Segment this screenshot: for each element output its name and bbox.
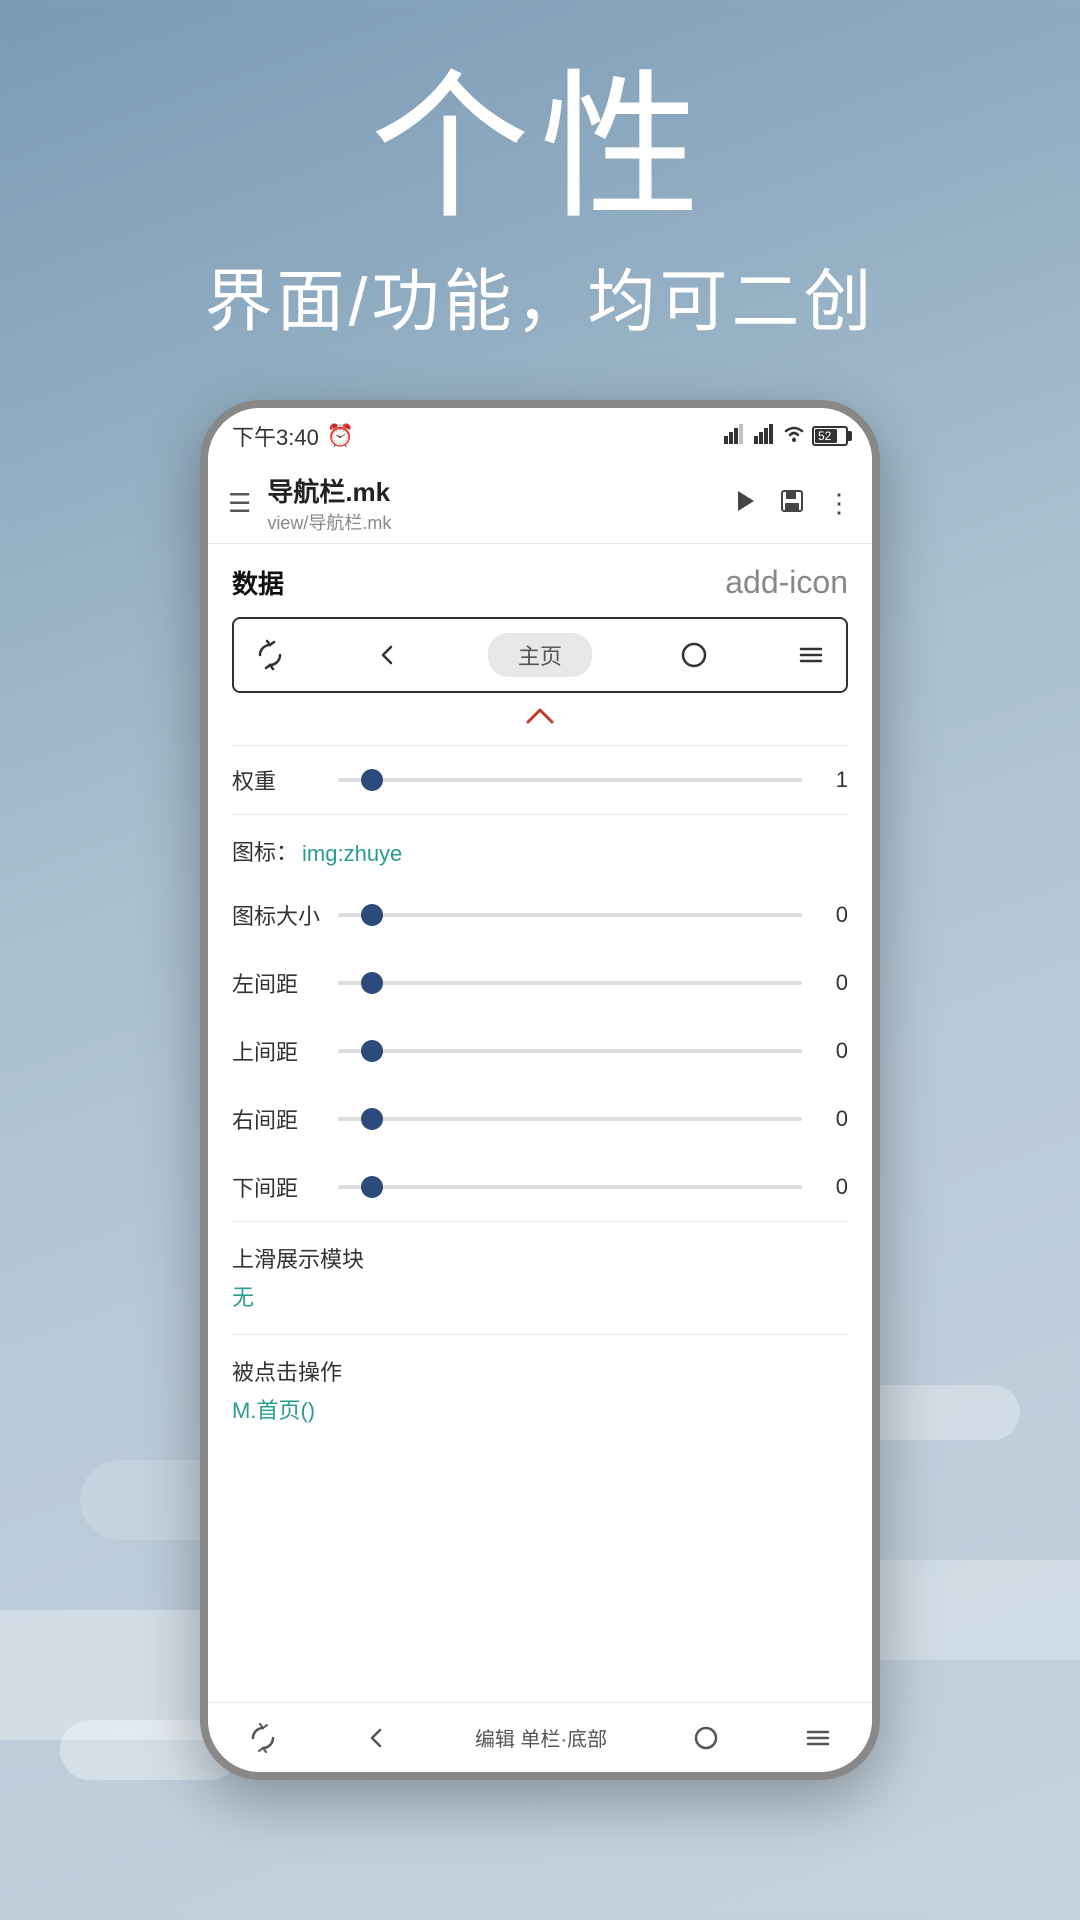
bottom-menu-item[interactable] bbox=[804, 1724, 832, 1752]
hero-section: 个性 界面/功能，均可二创 bbox=[0, 0, 1080, 385]
bottom-center-label: 编辑 单栏·底部 bbox=[475, 1723, 607, 1752]
icon-size-slider[interactable] bbox=[338, 913, 802, 917]
status-bar: 下午3:40 ⏰ bbox=[208, 408, 872, 464]
nav-refresh-item bbox=[254, 639, 286, 671]
nav-lines-item bbox=[796, 640, 826, 670]
signal-icon2 bbox=[754, 424, 776, 449]
left-margin-value: 0 bbox=[818, 970, 848, 996]
icon-row: 图标： img:zhuye bbox=[208, 815, 872, 881]
left-margin-label: 左间距 bbox=[232, 967, 322, 999]
click-action-label: 被点击操作 bbox=[232, 1355, 848, 1387]
play-icon[interactable] bbox=[730, 487, 758, 520]
icon-value[interactable]: img:zhuye bbox=[302, 841, 402, 867]
weight-value: 1 bbox=[818, 767, 848, 793]
save-icon[interactable] bbox=[778, 487, 806, 520]
file-path: view/导航栏.mk bbox=[267, 509, 714, 535]
right-margin-slider[interactable] bbox=[338, 1117, 802, 1121]
bottom-margin-label: 下间距 bbox=[232, 1171, 322, 1203]
bottom-margin-slider[interactable] bbox=[338, 1185, 802, 1189]
hero-sub-text: 界面/功能，均可二创 bbox=[0, 246, 1080, 345]
nav-home-button[interactable]: 主页 bbox=[488, 633, 592, 677]
click-action-row: 被点击操作 M.首页() bbox=[208, 1335, 872, 1433]
more-icon[interactable]: ⋮ bbox=[826, 488, 852, 519]
bottom-refresh-item[interactable] bbox=[248, 1723, 278, 1753]
status-right: 52 bbox=[724, 423, 848, 449]
file-title: 导航栏.mk bbox=[267, 472, 714, 509]
nav-home-label: 主页 bbox=[518, 644, 562, 669]
section-header: 数据 add-icon bbox=[208, 544, 872, 617]
bottom-nav-text: 编辑 单栏·底部 bbox=[475, 1723, 607, 1752]
bottom-margin-slider-row: 下间距 0 bbox=[208, 1153, 872, 1221]
bottom-back-item[interactable] bbox=[362, 1724, 390, 1752]
nav-back-item bbox=[373, 641, 401, 669]
weight-label: 权重 bbox=[232, 764, 322, 796]
alarm-icon: ⏰ bbox=[327, 423, 354, 449]
bottom-nav-bar: 编辑 单栏·底部 bbox=[208, 1702, 872, 1772]
weight-slider-row: 权重 1 bbox=[208, 746, 872, 814]
hamburger-menu-icon[interactable]: ☰ bbox=[228, 488, 251, 519]
top-margin-label: 上间距 bbox=[232, 1035, 322, 1067]
title-actions: ⋮ bbox=[730, 487, 852, 520]
status-left: 下午3:40 ⏰ bbox=[232, 420, 354, 452]
icon-size-value: 0 bbox=[818, 902, 848, 928]
phone-frame: 下午3:40 ⏰ bbox=[200, 400, 880, 1780]
nav-circle-item bbox=[679, 640, 709, 670]
hero-main-text: 个性 bbox=[0, 60, 1080, 236]
add-button[interactable]: add-icon bbox=[725, 564, 848, 601]
left-margin-slider-row: 左间距 0 bbox=[208, 949, 872, 1017]
click-action-value[interactable]: M.首页() bbox=[232, 1393, 848, 1425]
title-info: 导航栏.mk view/导航栏.mk bbox=[267, 472, 714, 535]
status-time: 下午3:40 bbox=[232, 420, 319, 452]
bottom-home-item[interactable] bbox=[692, 1724, 720, 1752]
weight-slider[interactable] bbox=[338, 778, 802, 782]
left-margin-slider[interactable] bbox=[338, 981, 802, 985]
top-margin-value: 0 bbox=[818, 1038, 848, 1064]
top-margin-slider[interactable] bbox=[338, 1049, 802, 1053]
expand-indicator[interactable] bbox=[208, 701, 872, 745]
icon-size-label: 图标大小 bbox=[232, 899, 322, 931]
right-margin-value: 0 bbox=[818, 1106, 848, 1132]
content-area: 数据 add-icon 主页 bbox=[208, 544, 872, 1702]
slide-module-row: 上滑展示模块 无 bbox=[208, 1222, 872, 1320]
signal-icon bbox=[724, 424, 746, 449]
section-title: 数据 bbox=[232, 564, 284, 601]
slide-module-label: 上滑展示模块 bbox=[232, 1242, 848, 1274]
title-bar: ☰ 导航栏.mk view/导航栏.mk ⋮ bbox=[208, 464, 872, 544]
wifi-icon bbox=[782, 423, 806, 449]
icon-label: 图标： bbox=[232, 835, 298, 867]
icon-size-slider-row: 图标大小 0 bbox=[208, 881, 872, 949]
right-margin-label: 右间距 bbox=[232, 1103, 322, 1135]
battery-icon: 52 bbox=[812, 426, 848, 446]
right-margin-slider-row: 右间距 0 bbox=[208, 1085, 872, 1153]
nav-preview: 主页 bbox=[232, 617, 848, 693]
slide-module-value[interactable]: 无 bbox=[232, 1280, 848, 1312]
bottom-margin-value: 0 bbox=[818, 1174, 848, 1200]
top-margin-slider-row: 上间距 0 bbox=[208, 1017, 872, 1085]
